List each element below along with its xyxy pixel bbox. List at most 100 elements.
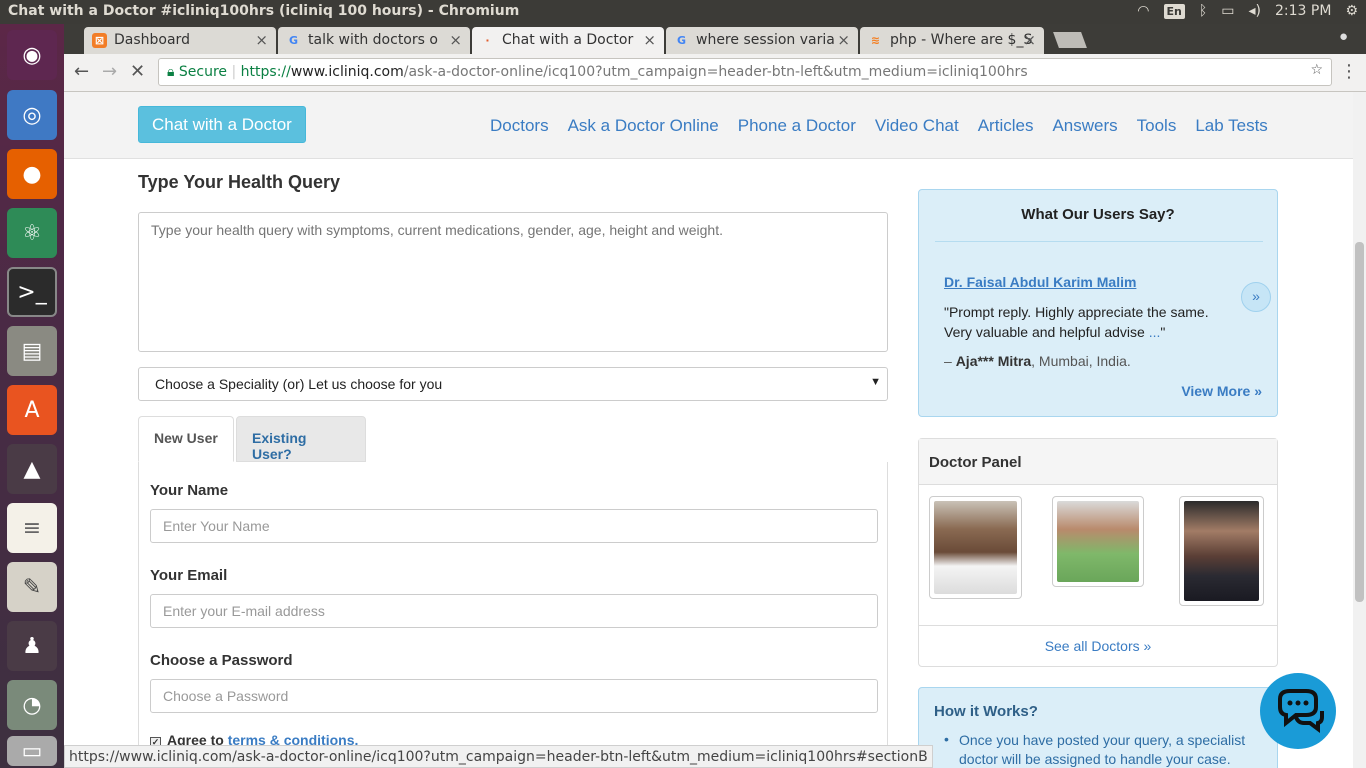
author-dash: – xyxy=(944,353,956,369)
chromium-app-icon[interactable]: ◎ xyxy=(7,90,57,140)
health-query-heading: Type Your Health Query xyxy=(138,172,341,192)
close-tab-icon[interactable]: × xyxy=(837,31,850,49)
close-tab-icon[interactable]: × xyxy=(1023,31,1036,49)
see-all-doctors-link[interactable]: See all Doctors » xyxy=(919,638,1277,654)
main-nav: Doctors Ask a Doctor Online Phone a Doct… xyxy=(490,116,1268,136)
name-input[interactable]: Enter Your Name xyxy=(150,509,878,543)
speciality-select[interactable]: Choose a Speciality (or) Let us choose f… xyxy=(138,367,888,401)
quote-end: " xyxy=(1160,324,1166,340)
address-bar-row: ← → ✕ 🔒︎ Secure | https://www.icliniq.co… xyxy=(64,54,1366,92)
bluetooth-icon[interactable]: ᛒ xyxy=(1199,3,1207,19)
xampp-icon: ⊠ xyxy=(92,33,107,48)
dropdown-caret-icon: ▼ xyxy=(870,376,881,388)
trash-icon[interactable]: ▭ xyxy=(7,736,57,766)
page-scrollbar[interactable] xyxy=(1353,92,1366,768)
notes-app-icon[interactable]: ≡ xyxy=(7,503,57,553)
doctor-avatar xyxy=(934,501,1017,594)
bullet: • xyxy=(944,731,949,747)
name-label: Your Name xyxy=(150,482,229,499)
tab-where-session-varia[interactable]: G where session varia × xyxy=(666,27,858,54)
chess-app-icon[interactable]: ♟ xyxy=(7,621,57,671)
scrollbar-thumb[interactable] xyxy=(1355,242,1364,602)
close-tab-icon[interactable]: × xyxy=(643,31,656,49)
nav-video-chat[interactable]: Video Chat xyxy=(875,116,959,136)
vlc-app-icon[interactable]: ▲ xyxy=(7,444,57,494)
speciality-selected-value: Choose a Speciality (or) Let us choose f… xyxy=(155,376,443,392)
forward-arrow-icon[interactable]: → xyxy=(102,61,117,82)
chat-widget-button[interactable] xyxy=(1260,673,1336,749)
url-field[interactable]: 🔒︎ Secure | https://www.icliniq.com/ask-… xyxy=(158,58,1332,86)
browser-chrome: ⊠ Dashboard × G talk with doctors o × · … xyxy=(64,24,1366,92)
next-testimonial-button[interactable]: » xyxy=(1241,282,1271,312)
how-it-works-card: How it Works? • Once you have posted you… xyxy=(918,687,1278,768)
clock[interactable]: 2:13 PM xyxy=(1275,3,1331,19)
testimonials-card: What Our Users Say? Dr. Faisal Abdul Kar… xyxy=(918,189,1278,417)
profile-icon[interactable]: ● xyxy=(1339,28,1348,45)
tab-label: Chat with a Doctor xyxy=(502,32,634,48)
text-editor-icon[interactable]: ✎ xyxy=(7,562,57,612)
tab-strip: ⊠ Dashboard × G talk with doctors o × · … xyxy=(64,24,1366,54)
atom-app-icon[interactable]: ⚛ xyxy=(7,208,57,258)
tab-new-user[interactable]: New User xyxy=(138,416,234,462)
nav-lab-tests[interactable]: Lab Tests xyxy=(1195,116,1267,136)
firefox-app-icon[interactable]: ● xyxy=(7,149,57,199)
chat-bubble-icon xyxy=(1278,689,1324,733)
back-arrow-icon[interactable]: ← xyxy=(74,61,89,82)
tab-dashboard[interactable]: ⊠ Dashboard × xyxy=(84,27,276,54)
doctor-panel-title: Doctor Panel xyxy=(919,439,1277,485)
quote-more-link[interactable]: ... xyxy=(1149,324,1161,340)
chat-with-doctor-button[interactable]: Chat with a Doctor xyxy=(138,106,306,143)
wifi-icon[interactable]: ◠ xyxy=(1137,3,1149,19)
files-app-icon[interactable]: ▤ xyxy=(7,326,57,376)
view-more-link[interactable]: View More » xyxy=(1181,383,1262,399)
loading-icon: · xyxy=(485,34,490,47)
password-input[interactable]: Choose a Password xyxy=(150,679,878,713)
stop-loading-icon[interactable]: ✕ xyxy=(130,61,145,82)
email-input[interactable]: Enter your E-mail address xyxy=(150,594,878,628)
disk-usage-icon[interactable]: ◔ xyxy=(7,680,57,730)
window-title: Chat with a Doctor #icliniq100hrs (iclin… xyxy=(8,3,520,19)
doctor-photo-3[interactable] xyxy=(1179,496,1264,606)
status-bar-url: https://www.icliniq.com/ask-a-doctor-onl… xyxy=(64,745,933,768)
testimonial-quote: "Prompt reply. Highly appreciate the sam… xyxy=(944,302,1229,342)
terminal-app-icon[interactable]: >_ xyxy=(7,267,57,317)
testimonials-title: What Our Users Say? xyxy=(1021,206,1175,223)
email-label: Your Email xyxy=(150,567,228,584)
keyboard-lang-indicator[interactable]: En xyxy=(1163,3,1185,19)
settings-gear-icon[interactable]: ⚙ xyxy=(1345,3,1358,19)
nav-doctors[interactable]: Doctors xyxy=(490,116,549,136)
health-query-textarea[interactable] xyxy=(138,212,888,352)
system-top-bar: Chat with a Doctor #icliniq100hrs (iclin… xyxy=(0,0,1366,24)
doctor-avatar xyxy=(1184,501,1259,601)
nav-tools[interactable]: Tools xyxy=(1137,116,1177,136)
how-it-works-item: Once you have posted your query, a speci… xyxy=(959,732,1246,767)
software-center-icon[interactable]: A xyxy=(7,385,57,435)
password-label: Choose a Password xyxy=(150,652,293,669)
tab-label: php - Where are $_S xyxy=(890,32,1033,48)
author-name: Aja*** Mitra xyxy=(955,353,1032,369)
nav-articles[interactable]: Articles xyxy=(978,116,1034,136)
tab-chat-with-a-doctor[interactable]: · Chat with a Doctor × xyxy=(472,27,664,54)
doctor-photo-2[interactable] xyxy=(1052,496,1144,587)
tab-php-where-are[interactable]: ≋ php - Where are $_S × xyxy=(860,27,1044,54)
doctor-photo-1[interactable] xyxy=(929,496,1022,599)
tab-talk-with-doctors[interactable]: G talk with doctors o × xyxy=(278,27,470,54)
menu-dots-icon[interactable]: ⋮ xyxy=(1340,61,1358,82)
bookmark-star-icon[interactable]: ☆ xyxy=(1310,62,1323,78)
doctor-panel-card: Doctor Panel See all Doctors » xyxy=(918,438,1278,667)
doctor-link[interactable]: Dr. Faisal Abdul Karim Malim xyxy=(944,274,1136,290)
tab-existing-user[interactable]: Existing User? xyxy=(236,416,366,462)
volume-icon[interactable]: ◂) xyxy=(1249,3,1262,19)
url-scheme: https:// xyxy=(240,64,291,80)
nav-ask-a-doctor-online[interactable]: Ask a Doctor Online xyxy=(568,116,719,136)
close-tab-icon[interactable]: × xyxy=(449,31,462,49)
lock-icon: 🔒︎ xyxy=(167,64,175,80)
battery-icon[interactable]: ▭ xyxy=(1221,3,1234,19)
new-tab-button[interactable] xyxy=(1053,32,1087,48)
nav-phone-a-doctor[interactable]: Phone a Doctor xyxy=(738,116,856,136)
author-location: , Mumbai, India. xyxy=(1031,353,1131,369)
close-tab-icon[interactable]: × xyxy=(255,31,268,49)
ubuntu-dash-icon[interactable]: ◉ xyxy=(7,30,57,80)
secure-label: Secure xyxy=(178,64,228,80)
nav-answers[interactable]: Answers xyxy=(1052,116,1117,136)
